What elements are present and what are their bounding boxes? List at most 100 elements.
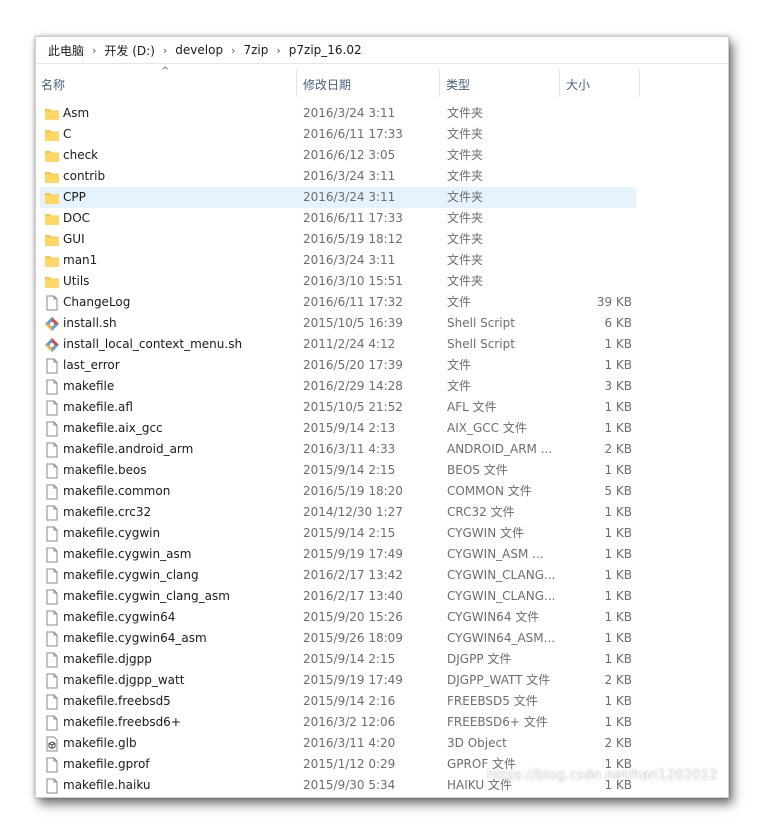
file-date: 2016/3/24 3:11 bbox=[303, 190, 396, 204]
file-name: C bbox=[63, 127, 72, 141]
file-row[interactable]: makefile.glb 2016/3/11 4:20 3D Object 2 KB bbox=[40, 733, 636, 754]
file-row[interactable]: GUI 2016/5/19 18:12 文件夹 bbox=[40, 229, 636, 250]
file-type: FREEBSD6+ 文件 bbox=[447, 715, 548, 729]
file-date: 2016/3/24 3:11 bbox=[303, 253, 396, 267]
file-size: 6 KB bbox=[604, 316, 632, 330]
file-row[interactable]: makefile.cygwin64_asm 2015/9/26 18:09 CYGW… bbox=[40, 628, 636, 649]
file-row[interactable]: makefile.freebsd6+ 2016/3/2 12:06 FREEBSD6… bbox=[40, 712, 636, 733]
breadcrumb-item[interactable]: develop bbox=[171, 43, 227, 57]
file-row[interactable]: CPP 2016/3/24 3:11 文件夹 bbox=[40, 187, 636, 208]
file-type: DJGPP 文件 bbox=[447, 652, 512, 666]
file-row[interactable]: makefile.cygwin_clang_asm 2016/2/17 13:40… bbox=[40, 586, 636, 607]
file-name: makefile.beos bbox=[63, 463, 147, 477]
file-icon bbox=[44, 673, 60, 689]
file-name: makefile bbox=[63, 379, 115, 393]
column-size-header[interactable]: 大小 bbox=[566, 65, 590, 97]
breadcrumb-item[interactable]: 开发 (D:) bbox=[100, 42, 158, 59]
file-size: 1 KB bbox=[604, 400, 632, 414]
file-row[interactable]: DOC 2016/6/11 17:33 文件夹 bbox=[40, 208, 636, 229]
file-type: 3D Object bbox=[447, 736, 507, 750]
file-row[interactable]: makefile.djgpp 2015/9/14 2:15 DJGPP 文件 1 KB bbox=[40, 649, 636, 670]
file-name: check bbox=[63, 148, 99, 162]
file-icon bbox=[44, 757, 60, 773]
file-row[interactable]: install_local_context_menu.sh 2011/2/24 4… bbox=[40, 334, 636, 355]
file-row[interactable]: makefile.cygwin64 2015/9/20 15:26 CYGWIN64… bbox=[40, 607, 636, 628]
column-divider[interactable] bbox=[559, 69, 560, 97]
file-row[interactable]: makefile.djgpp_watt 2015/9/19 17:49 DJGPP_… bbox=[40, 670, 636, 691]
column-date-header[interactable]: 修改日期 bbox=[303, 65, 351, 97]
file-size: 1 KB bbox=[604, 463, 632, 477]
file-name: makefile.crc32 bbox=[63, 505, 152, 519]
file-name: makefile.aix_gcc bbox=[63, 421, 163, 435]
file-row[interactable]: makefile.common 2016/5/19 18:20 COMMON 文件 5… bbox=[40, 481, 636, 502]
chevron-right-icon[interactable]: › bbox=[159, 44, 171, 57]
file-name: install_local_context_menu.sh bbox=[63, 337, 243, 351]
file-row[interactable]: contrib 2016/3/24 3:11 文件夹 bbox=[40, 166, 636, 187]
file-row[interactable]: install.sh 2015/10/5 16:39 Shell Script 6 K… bbox=[40, 313, 636, 334]
file-type: 文件 bbox=[447, 295, 472, 309]
breadcrumb-item[interactable]: 7zip bbox=[239, 43, 272, 57]
file-row[interactable]: makefile.android_arm 2016/3/11 4:33 ANDROI… bbox=[40, 439, 636, 460]
file-row[interactable]: last_error 2016/5/20 17:39 文件 1 KB bbox=[40, 355, 636, 376]
file-row[interactable]: Utils 2016/3/10 15:51 文件夹 bbox=[40, 271, 636, 292]
file-size: 3 KB bbox=[604, 379, 632, 393]
file-name: makefile.cygwin64_asm bbox=[63, 631, 207, 645]
file-name: ChangeLog bbox=[63, 295, 131, 309]
file-type: DJGPP_WATT 文件 bbox=[447, 673, 551, 687]
file-icon bbox=[44, 694, 60, 710]
file-icon bbox=[44, 421, 60, 437]
file-icon bbox=[44, 526, 60, 542]
file-type: 文件夹 bbox=[447, 232, 484, 246]
file-icon bbox=[44, 379, 60, 395]
file-row[interactable]: makefile.freebsd5 2015/9/14 2:16 FREEBSD5 … bbox=[40, 691, 636, 712]
file-row[interactable]: check 2016/6/12 3:05 文件夹 bbox=[40, 145, 636, 166]
file-date: 2016/6/11 17:33 bbox=[303, 127, 403, 141]
file-date: 2016/6/11 17:32 bbox=[303, 295, 403, 309]
file-name: makefile.glb bbox=[63, 736, 137, 750]
file-date: 2015/10/5 16:39 bbox=[303, 316, 403, 330]
file-row[interactable]: makefile.cygwin_asm 2015/9/19 17:49 CYGWIN… bbox=[40, 544, 636, 565]
file-row[interactable]: man1 2016/3/24 3:11 文件夹 bbox=[40, 250, 636, 271]
file-date: 2016/3/11 4:33 bbox=[303, 442, 396, 456]
file-date: 2015/9/26 18:09 bbox=[303, 631, 403, 645]
breadcrumb-item[interactable]: p7zip_16.02 bbox=[285, 43, 366, 57]
file-row[interactable]: makefile.cygwin 2015/9/14 2:15 CYGWIN 文件 1 … bbox=[40, 523, 636, 544]
chevron-right-icon[interactable]: › bbox=[227, 44, 239, 57]
file-name: GUI bbox=[63, 232, 85, 246]
file-name: makefile.common bbox=[63, 484, 171, 498]
file-name: makefile.djgpp bbox=[63, 652, 152, 666]
file-row[interactable]: makefile.crc32 2014/12/30 1:27 CRC32 文件 1 K… bbox=[40, 502, 636, 523]
file-name: install.sh bbox=[63, 316, 117, 330]
file-name: makefile.android_arm bbox=[63, 442, 194, 456]
column-name-header[interactable]: 名称 bbox=[41, 65, 65, 97]
file-date: 2016/6/11 17:33 bbox=[303, 211, 403, 225]
file-date: 2015/9/14 2:15 bbox=[303, 463, 396, 477]
file-row[interactable]: ChangeLog 2016/6/11 17:32 文件 39 KB bbox=[40, 292, 636, 313]
file-icon bbox=[44, 547, 60, 563]
file-icon bbox=[44, 778, 60, 794]
file-name: makefile.cygwin_clang bbox=[63, 568, 199, 582]
breadcrumb: 此电脑 › 开发 (D:) › develop › 7zip › p7zip_16.02 bbox=[36, 37, 728, 64]
chevron-right-icon[interactable]: › bbox=[272, 44, 284, 57]
file-name: contrib bbox=[63, 169, 106, 183]
file-row[interactable]: makefile.beos 2015/9/14 2:15 BEOS 文件 1 KB bbox=[40, 460, 636, 481]
column-type-header[interactable]: 类型 bbox=[446, 65, 470, 97]
file-row[interactable]: makefile.cygwin_clang 2016/2/17 13:42 CYGW… bbox=[40, 565, 636, 586]
file-row[interactable]: makefile.afl 2015/10/5 21:52 AFL 文件 1 KB bbox=[40, 397, 636, 418]
file-icon bbox=[44, 652, 60, 668]
file-row[interactable]: makefile 2016/2/29 14:28 文件 3 KB bbox=[40, 376, 636, 397]
shell-script-icon bbox=[44, 316, 60, 332]
file-type: CYGWIN_CLANG... bbox=[447, 589, 556, 603]
folder-icon bbox=[44, 148, 60, 164]
column-divider[interactable] bbox=[639, 69, 640, 97]
file-type: AFL 文件 bbox=[447, 400, 497, 414]
file-name: makefile.freebsd6+ bbox=[63, 715, 181, 729]
file-row[interactable]: makefile.aix_gcc 2015/9/14 2:13 AIX_GCC 文件… bbox=[40, 418, 636, 439]
file-type: 文件夹 bbox=[447, 106, 484, 120]
file-row[interactable]: C 2016/6/11 17:33 文件夹 bbox=[40, 124, 636, 145]
column-divider[interactable] bbox=[439, 69, 440, 97]
file-row[interactable]: Asm 2016/3/24 3:11 文件夹 bbox=[40, 103, 636, 124]
column-divider[interactable] bbox=[296, 69, 297, 97]
breadcrumb-item[interactable]: 此电脑 bbox=[44, 42, 88, 59]
chevron-right-icon[interactable]: › bbox=[88, 44, 100, 57]
